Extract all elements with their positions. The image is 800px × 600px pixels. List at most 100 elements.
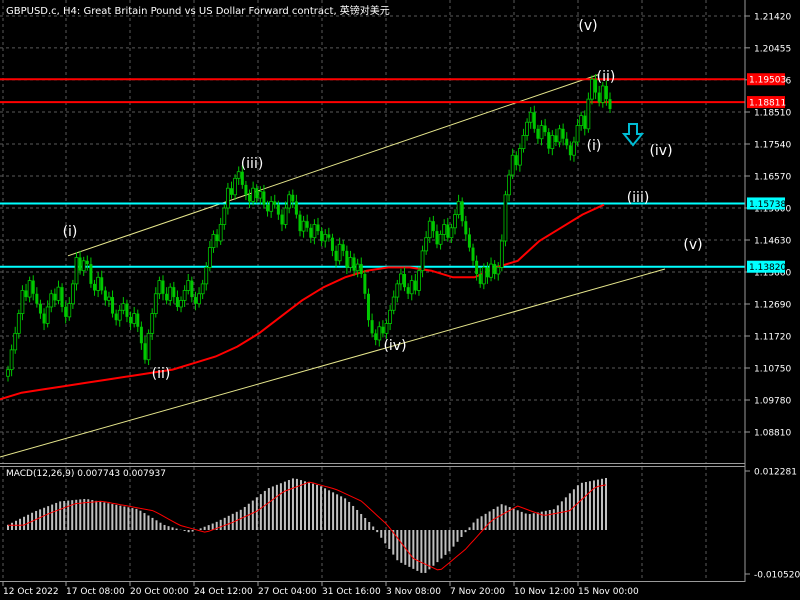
time-tick-label: 3 Nov 08:00 <box>386 587 441 597</box>
candle-body-bull <box>70 283 75 305</box>
price-tag-label: 1.15738 <box>749 200 786 210</box>
price-tick-label: 1.18510 <box>754 109 791 119</box>
candle-body-bear <box>129 316 133 324</box>
candle-body-bull <box>74 257 79 285</box>
price-tick-label: 1.14630 <box>754 237 791 247</box>
candle-body-bear <box>583 115 587 129</box>
candle-body-bull <box>590 78 594 100</box>
candle-body-bull <box>96 276 101 291</box>
candle-body-bear <box>478 273 482 284</box>
candle-body-bear <box>85 260 89 265</box>
candle-body-bull <box>586 98 591 130</box>
candle-body-bull <box>269 201 274 212</box>
candle-body-bear <box>161 280 165 294</box>
candle-body-bull <box>420 250 425 272</box>
candle-body-bear <box>435 231 439 245</box>
wave-label: (iv) <box>649 143 672 159</box>
candle-body-bear <box>103 290 107 301</box>
time-tick-label: 12 Oct 2022 <box>3 587 59 597</box>
candle-body-bull <box>186 280 191 291</box>
candle-body-bear <box>35 293 39 304</box>
candle-body-bull <box>16 313 21 334</box>
trading-chart[interactable]: 1.214201.204551.194861.185101.175401.165… <box>0 0 800 600</box>
chart-title: GBPUSD.c, H4: Great Britain Pound vs US … <box>6 6 390 17</box>
candle-body-bull <box>20 290 25 314</box>
candle-body-bear <box>60 287 64 307</box>
candle-body-bull <box>355 263 360 272</box>
candle-body-bull <box>409 280 414 295</box>
candle-body-bear <box>341 244 345 251</box>
candle-body-bull <box>600 85 605 103</box>
candle-body-bull <box>233 177 238 196</box>
candle-body-bear <box>53 293 57 301</box>
candle-body-bull <box>153 293 158 314</box>
candle-body-bull <box>572 141 576 156</box>
candle-body-bull <box>539 125 544 140</box>
wave-label: (i) <box>63 224 78 240</box>
candle-body-bear <box>240 171 244 185</box>
candle-body-bull <box>200 283 205 295</box>
price-tick-label: 1.12690 <box>754 301 791 311</box>
candle-body-bull <box>67 303 72 318</box>
price-tag-label: 1.18811 <box>749 99 786 109</box>
candle-body-bear <box>475 260 479 274</box>
candle-body-bull <box>258 191 263 199</box>
candle-body-bear <box>266 204 270 212</box>
candle-body-bear <box>64 306 68 317</box>
candle-body-bull <box>157 280 162 295</box>
candle-body-bull <box>287 194 292 209</box>
candle-body-bear <box>446 224 450 238</box>
time-tick-label: 27 Oct 04:00 <box>258 587 317 597</box>
price-tick-label: 1.08810 <box>754 429 791 439</box>
candle-body-bull <box>424 237 429 252</box>
candle-body-bear <box>608 99 612 110</box>
candle-body-bear <box>403 273 407 288</box>
candle-body-bull <box>168 286 173 301</box>
candle-body-bear <box>172 287 176 298</box>
candle-body-bull <box>496 266 501 275</box>
candle-body-bear <box>561 128 565 139</box>
candle-body-bull <box>499 240 504 268</box>
candle-body-bear <box>190 280 194 298</box>
price-tick-label: 1.21420 <box>754 13 791 23</box>
price-tick-label: 1.20455 <box>754 44 791 54</box>
candle-body-bear <box>536 128 540 139</box>
candle-body-bear <box>471 247 475 261</box>
wave-label: (i) <box>587 138 602 154</box>
candle-body-bear <box>359 264 363 274</box>
time-tick-label: 24 Oct 12:00 <box>194 587 253 597</box>
candle-body-bear <box>305 221 309 228</box>
wave-label: (v) <box>683 237 702 253</box>
candle-body-bear <box>262 191 266 205</box>
candle-body-bull <box>211 233 216 248</box>
candle-body-bear <box>485 267 489 278</box>
candle-body-bull <box>388 309 393 324</box>
candle-body-bull <box>337 243 342 262</box>
candle-body-bear <box>143 343 147 360</box>
price-tick-label: 1.11720 <box>754 333 791 343</box>
candle-body-bear <box>111 297 115 314</box>
candle-body-bear <box>334 250 338 261</box>
candle-body-bear <box>316 224 320 232</box>
candle-body-bear <box>345 250 349 268</box>
candle-body-bull <box>179 299 183 308</box>
candle-body-bull <box>323 233 328 242</box>
candle-body-bear <box>273 201 277 205</box>
candle-body-bear <box>291 194 295 202</box>
candle-body-bull <box>579 115 584 126</box>
candle-body-bull <box>182 290 187 301</box>
candle-body-bull <box>45 306 50 324</box>
candle-body-bull <box>56 286 61 301</box>
candle-body-bear <box>93 283 97 291</box>
candle-body-bear <box>320 231 324 241</box>
candle-body-bull <box>121 303 126 311</box>
price-tick-label: 1.09780 <box>754 397 791 407</box>
candle-body-bear <box>280 214 284 225</box>
candle-body-bull <box>456 201 461 215</box>
candle-body-bull <box>251 187 256 202</box>
candle-body-bull <box>399 273 403 285</box>
price-tick-label: 1.17540 <box>754 141 791 151</box>
candle-body-bear <box>255 188 259 199</box>
price-tag-label: 1.19503 <box>749 76 786 86</box>
candle-body-bear <box>125 303 129 317</box>
